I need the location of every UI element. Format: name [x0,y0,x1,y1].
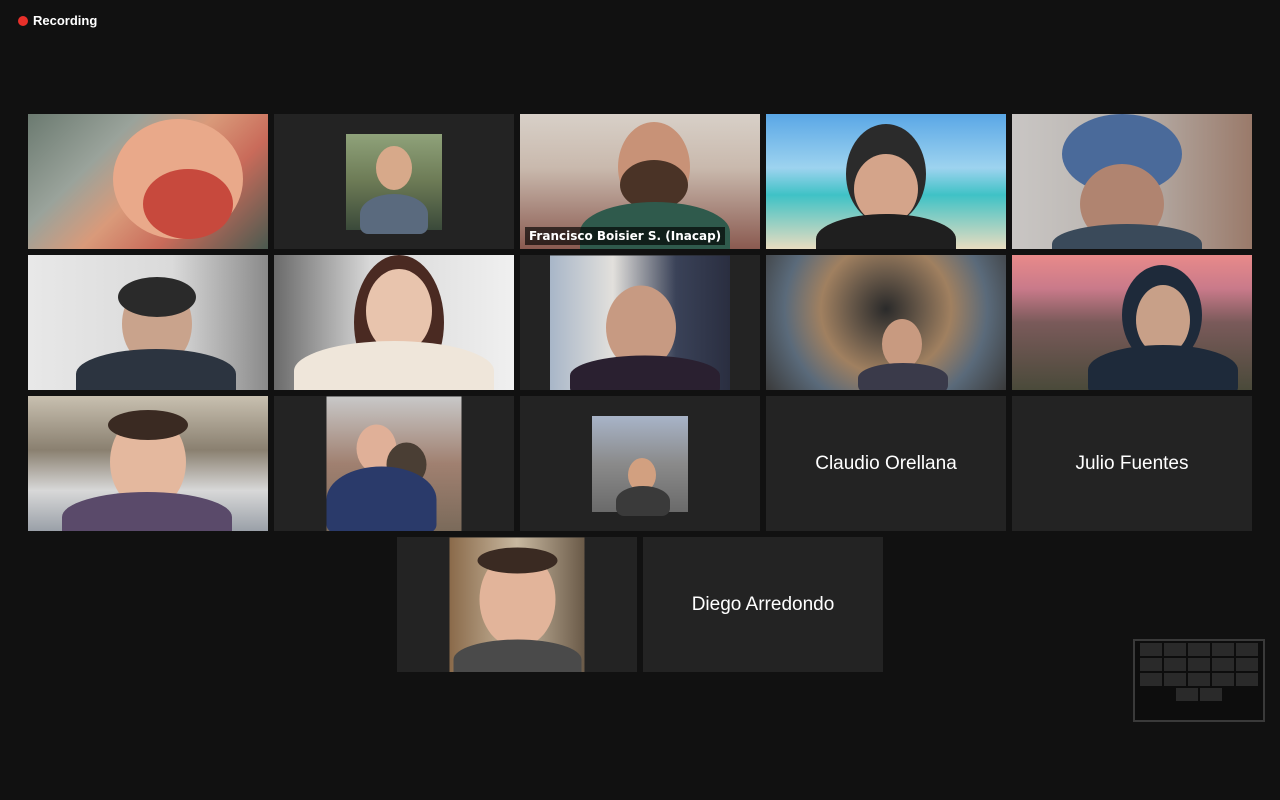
gallery-minimap-thumbnail[interactable] [1133,639,1265,722]
video-row: Claudio Orellana Julio Fuentes [28,396,1252,531]
participant-tile[interactable] [28,255,268,390]
recording-indicator[interactable]: Recording [18,13,97,28]
zoom-gallery-view: Recording Francisco Boisier S. (Inacap) … [0,0,1280,800]
city-view-profile-photo-icon [592,415,688,516]
profile-photo-icon [346,133,442,234]
participant-tile[interactable] [397,537,637,672]
participant-tile[interactable] [274,114,514,249]
participant-tile[interactable] [274,255,514,390]
video-grid: Francisco Boisier S. (Inacap) Claudio Or… [28,114,1252,678]
participant-tile[interactable] [274,396,514,531]
smiling-video-icon [274,255,514,390]
video-row [28,255,1252,390]
video-row: Diego Arredondo [28,537,1252,672]
participant-tile[interactable] [28,114,268,249]
beanie-video-icon [1012,114,1252,249]
participant-tile[interactable]: Claudio Orellana [766,396,1006,531]
participant-tile[interactable] [28,396,268,531]
participant-name-label: Diego Arredondo [691,593,835,615]
participant-name-label: Julio Fuentes [1075,452,1189,474]
participant-tile[interactable] [520,396,760,531]
brick-wall-video-icon [550,255,730,390]
participant-tile[interactable] [520,255,760,390]
participant-name-tag: Francisco Boisier S. (Inacap) [525,227,726,245]
profile-photo-icon [449,537,585,672]
beach-background-video-icon [766,114,1006,249]
headset-video-icon [28,255,268,390]
recording-dot-icon [18,15,28,26]
participant-tile[interactable]: Diego Arredondo [643,537,883,672]
video-row: Francisco Boisier S. (Inacap) [28,114,1252,249]
cat-filter-video-icon [28,114,268,249]
participant-tile-active-speaker[interactable]: Francisco Boisier S. (Inacap) [520,114,760,249]
participant-name-label: Claudio Orellana [815,452,957,474]
participant-tile[interactable]: Julio Fuentes [1012,396,1252,531]
participant-tile[interactable] [766,255,1006,390]
participant-tile[interactable] [1012,114,1252,249]
dog-profile-photo-icon [326,396,462,531]
participant-tile[interactable] [1012,255,1252,390]
participant-tile[interactable] [766,114,1006,249]
particle-collider-background-video-icon [766,255,1006,390]
office-background-video-icon [28,396,268,531]
city-hills-background-video-icon [1012,255,1252,390]
recording-label: Recording [33,13,98,28]
